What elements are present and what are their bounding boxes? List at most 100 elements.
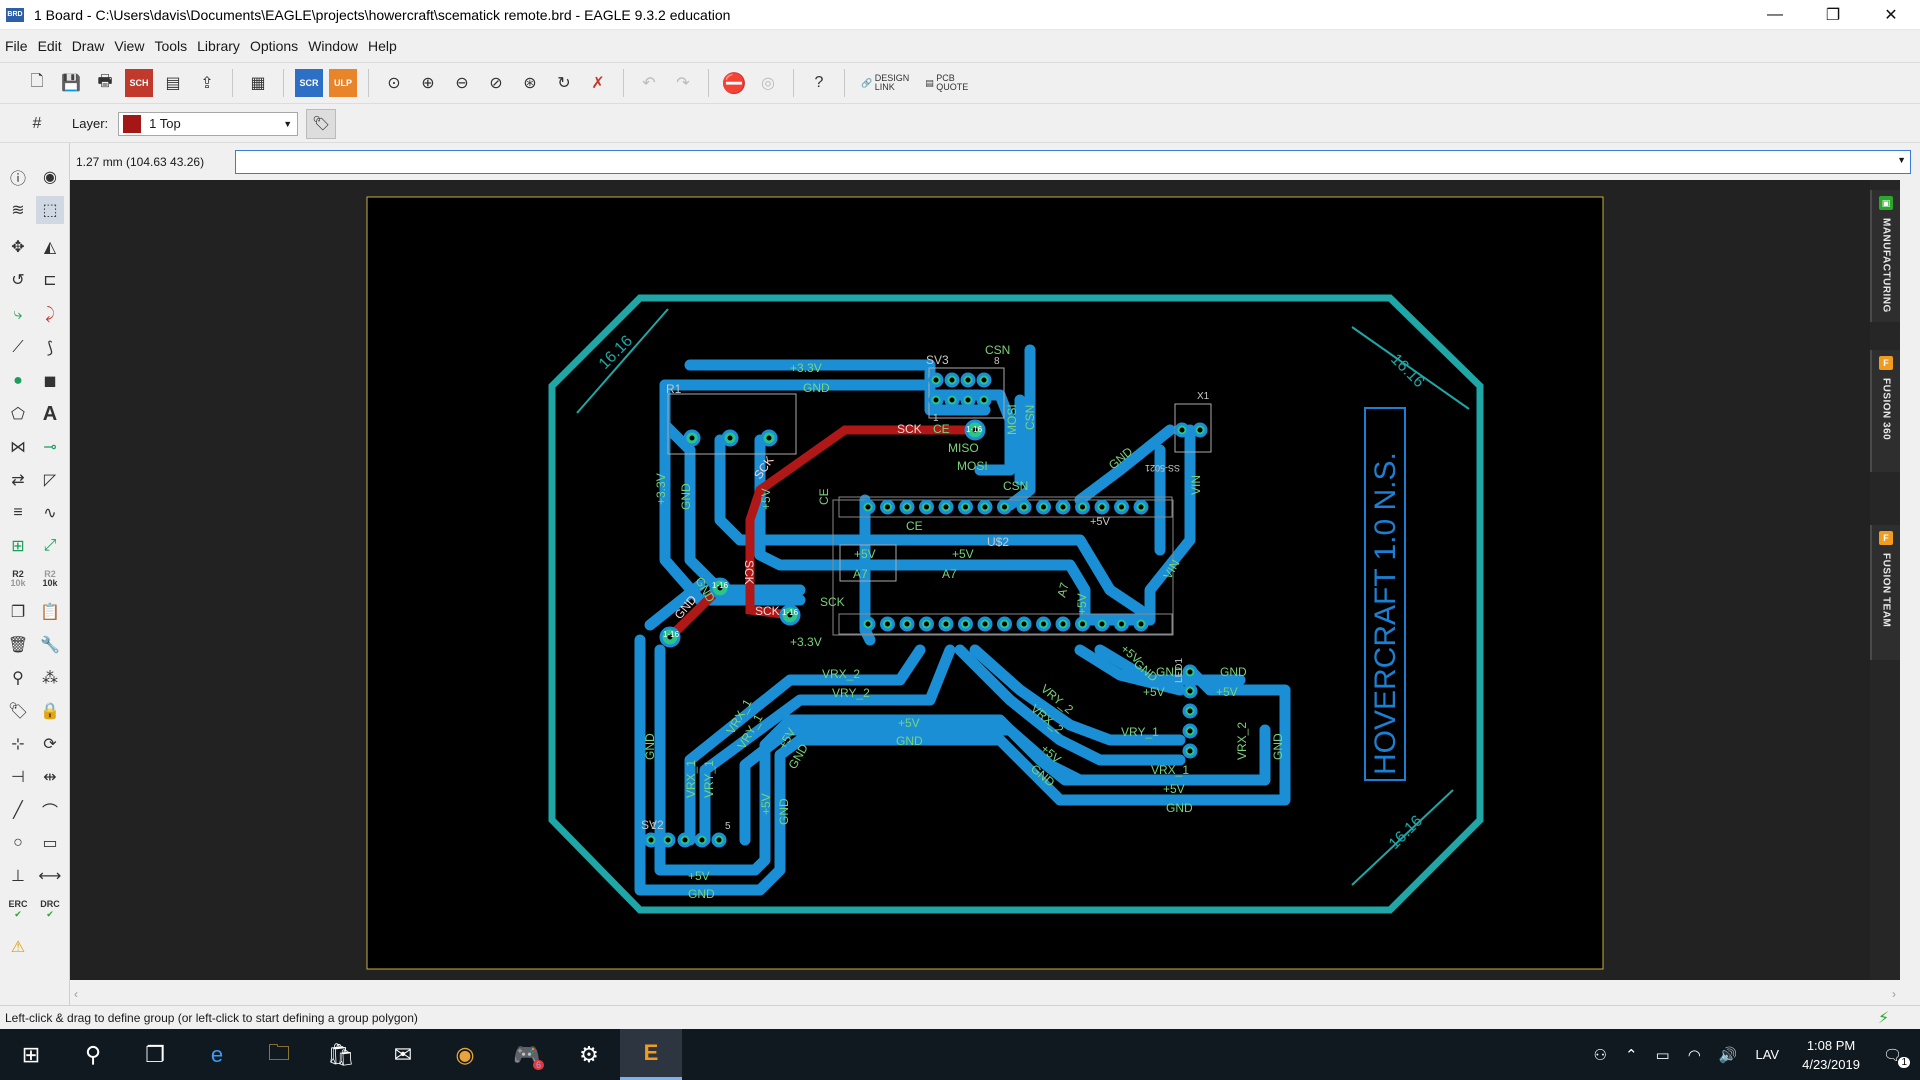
redo-icon[interactable]: ↷: [669, 69, 697, 97]
go-icon[interactable]: ◎: [754, 69, 782, 97]
sch-button[interactable]: SCH: [125, 69, 153, 97]
eagle-icon[interactable]: E: [620, 1029, 682, 1080]
waveform-icon[interactable]: ∿: [36, 499, 64, 527]
help-icon[interactable]: ?: [805, 69, 833, 97]
people-icon[interactable]: ⚇: [1594, 1046, 1607, 1064]
volume-icon[interactable]: 🔊: [1719, 1046, 1738, 1064]
delete-icon[interactable]: 🗑: [4, 631, 32, 659]
polygon-icon[interactable]: ⬠: [4, 400, 32, 428]
undo-icon[interactable]: ↶: [635, 69, 663, 97]
cam-icon[interactable]: ▤: [159, 69, 187, 97]
command-input[interactable]: ▼: [235, 150, 1911, 174]
minimize-button[interactable]: —: [1746, 0, 1804, 30]
lock-icon[interactable]: 🔒: [36, 697, 64, 725]
menu-tools[interactable]: Tools: [149, 38, 192, 54]
menu-view[interactable]: View: [109, 38, 149, 54]
ulp-button[interactable]: ULP: [329, 69, 357, 97]
ripup-icon[interactable]: ⤸: [36, 301, 64, 329]
scroll-left-icon[interactable]: ‹: [74, 987, 78, 1001]
warning-icon[interactable]: ⚠: [4, 933, 32, 961]
vertical-scrollbar[interactable]: [1900, 180, 1920, 980]
tab-manufacturing[interactable]: ▣ MANUFACTURING: [1870, 190, 1900, 322]
layer-select[interactable]: 1 Top ▼: [118, 111, 299, 136]
lightning-icon[interactable]: ⚡: [1878, 1008, 1898, 1028]
route-icon[interactable]: ⤷: [4, 301, 32, 329]
library-icon[interactable]: ▦: [244, 69, 272, 97]
language-indicator[interactable]: LAV: [1756, 1047, 1780, 1062]
menu-window[interactable]: Window: [303, 38, 363, 54]
ratsnest-icon[interactable]: ✗: [584, 69, 612, 97]
optimize-icon[interactable]: ⊣: [4, 763, 32, 791]
arc-icon[interactable]: ⌒: [36, 796, 64, 824]
swap-icon[interactable]: ⇄: [4, 466, 32, 494]
split-icon[interactable]: ◸: [36, 466, 64, 494]
select-icon[interactable]: ⬚: [36, 196, 64, 224]
dimension-icon[interactable]: ⊥: [4, 862, 32, 890]
save-icon[interactable]: 💾: [57, 69, 85, 97]
settings-icon[interactable]: ⚙: [558, 1029, 620, 1080]
file-explorer-icon[interactable]: 🗀: [248, 1029, 310, 1080]
zoom-fit-icon[interactable]: ⊙: [380, 69, 408, 97]
store-icon[interactable]: 🛍: [310, 1029, 372, 1080]
miter-icon[interactable]: ⇹: [36, 763, 64, 791]
menu-options[interactable]: Options: [245, 38, 303, 54]
rectangle-icon[interactable]: ▭: [36, 829, 64, 857]
export-icon[interactable]: ⇪: [193, 69, 221, 97]
battery-icon[interactable]: ▭: [1656, 1046, 1670, 1064]
menu-file[interactable]: File: [0, 38, 33, 54]
circle-icon[interactable]: ○: [4, 829, 32, 857]
task-view-icon[interactable]: ❐: [124, 1029, 186, 1080]
line-icon[interactable]: ╱: [4, 796, 32, 824]
erc-button[interactable]: ERC ✔: [4, 895, 32, 923]
autorouter-icon[interactable]: ⟋: [4, 334, 32, 362]
measure-icon[interactable]: ⟷: [36, 862, 64, 890]
drc-button[interactable]: DRC ✔: [36, 895, 64, 923]
text-icon[interactable]: A: [36, 400, 64, 428]
menu-edit[interactable]: Edit: [33, 38, 67, 54]
replace-icon[interactable]: ⤢: [36, 532, 64, 560]
signal-icon[interactable]: ⋈: [4, 433, 32, 461]
horizontal-scrollbar[interactable]: ‹ ›: [70, 985, 1900, 1005]
redraw-icon[interactable]: ↻: [550, 69, 578, 97]
zoom-last-icon[interactable]: ⊛: [516, 69, 544, 97]
show-icon[interactable]: ◉: [36, 163, 64, 191]
move-icon[interactable]: ✥: [4, 233, 32, 261]
layers-icon[interactable]: ≋: [4, 196, 32, 224]
add-part-icon[interactable]: ⊞: [4, 532, 32, 560]
attribute-icon[interactable]: 🏷: [4, 697, 32, 725]
copy-icon[interactable]: ❐: [4, 598, 32, 626]
mirror-icon[interactable]: ◭: [36, 233, 64, 261]
smash-icon[interactable]: ⚲: [4, 664, 32, 692]
menu-draw[interactable]: Draw: [67, 38, 110, 54]
print-icon[interactable]: 🖶: [91, 69, 119, 97]
mark-icon[interactable]: ⊹: [4, 730, 32, 758]
zoom-out-icon[interactable]: ⊖: [448, 69, 476, 97]
clock[interactable]: 1:08 PM 4/23/2019: [1802, 1036, 1860, 1074]
design-link-button[interactable]: 🔗 DESIGN LINK: [861, 74, 909, 92]
menu-help[interactable]: Help: [363, 38, 402, 54]
menu-library[interactable]: Library: [192, 38, 245, 54]
mail-icon[interactable]: ✉: [372, 1029, 434, 1080]
rotate-icon[interactable]: ↺: [4, 266, 32, 294]
hole-icon[interactable]: ◼: [36, 367, 64, 395]
align-icon[interactable]: ⊏: [36, 266, 64, 294]
group-icon[interactable]: ⁂: [36, 664, 64, 692]
search-icon[interactable]: ⚲: [62, 1029, 124, 1080]
info-icon[interactable]: ⓘ: [4, 163, 32, 191]
open-icon[interactable]: 🗋: [23, 69, 51, 97]
via-icon[interactable]: ●: [4, 367, 32, 395]
zoom-in-icon[interactable]: ⊕: [414, 69, 442, 97]
tag-icon[interactable]: 🏷: [306, 108, 337, 139]
tab-fusion-360[interactable]: F FUSION 360: [1870, 350, 1900, 472]
value-tool-icon[interactable]: R2 10k: [36, 565, 64, 593]
board-canvas[interactable]: 16.16 16.16 16.16 HOVERCRAFT 1.0 N.S. R1…: [70, 180, 1900, 980]
wire-icon[interactable]: ⊸: [36, 433, 64, 461]
tab-fusion-team[interactable]: F FUSION TEAM: [1870, 525, 1900, 660]
zoom-select-icon[interactable]: ⊘: [482, 69, 510, 97]
chevron-up-icon[interactable]: ⌃: [1625, 1046, 1638, 1064]
discord-icon[interactable]: 🎮 6: [496, 1029, 558, 1080]
paste-icon[interactable]: 📋: [36, 598, 64, 626]
change-icon[interactable]: ⟳: [36, 730, 64, 758]
meander-icon[interactable]: ⟆: [36, 334, 64, 362]
chrome-icon[interactable]: ◉: [434, 1029, 496, 1080]
